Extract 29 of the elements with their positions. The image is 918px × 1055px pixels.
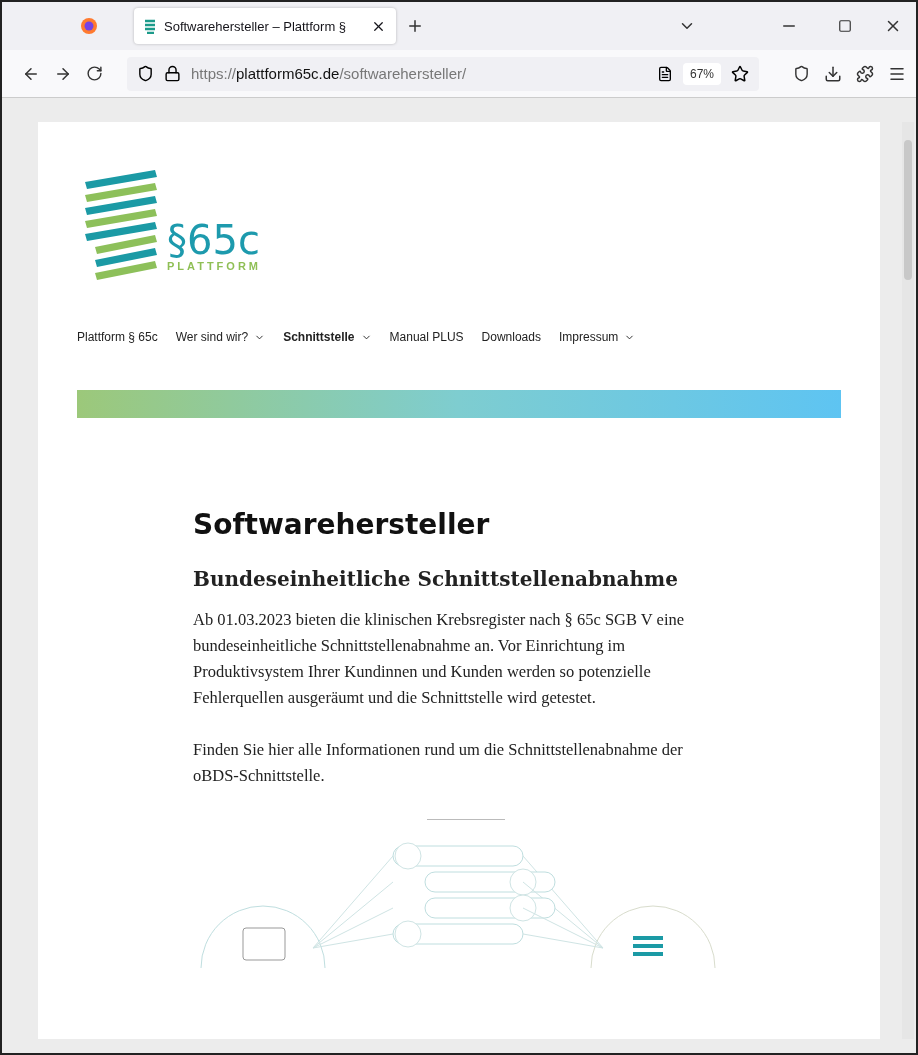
- new-tab-button[interactable]: [406, 17, 424, 35]
- section-heading: Bundeseinheitliche Schnittstellenabnahme: [193, 567, 679, 591]
- nav-link[interactable]: Downloads: [481, 330, 541, 344]
- nav-link[interactable]: Manual PLUS: [389, 330, 464, 344]
- extensions-button[interactable]: [856, 64, 874, 83]
- paragraph: Ab 01.03.2023 bieten die klinischen Krebsregister nach § 65c SGB V eine bundeseinheitliche Schnittstellenabnahme an. Vor Einrichtung im Produktivsystem Ihrer Kundinnen und Kunden werden so potenzielle Fehlerquellen ausgeräumt und die Schnittstelle wird getestet.: [193, 609, 686, 709]
- logo-mark: §65c: [167, 220, 261, 260]
- shield-icon[interactable]: [137, 65, 154, 82]
- zoom-level-button[interactable]: 67%: [682, 62, 721, 85]
- download-button[interactable]: [824, 64, 842, 83]
- reload-button[interactable]: [86, 65, 103, 82]
- lock-icon[interactable]: [164, 65, 181, 82]
- address-bar[interactable]: https://plattform65c.de/softwarehersteller/ 67%: [127, 56, 759, 91]
- paragraph: Finden Sie hier alle Informationen rund um die Schnittstellenabnahme der oBDS-Schnittstelle.: [193, 739, 684, 787]
- nav-link[interactable]: Schnittstelle: [283, 330, 372, 344]
- pocket-button[interactable]: [793, 65, 810, 82]
- bookmark-star-icon[interactable]: [731, 64, 749, 83]
- browser-logo-icon[interactable]: [80, 17, 98, 35]
- tab-title: Softwarehersteller – Plattform §: [164, 18, 348, 34]
- browser-tab[interactable]: Softwarehersteller – Plattform §: [134, 8, 396, 44]
- url-text: https://plattform65c.de/softwarehersteller/: [191, 65, 468, 82]
- page-title: Softwarehersteller: [193, 508, 491, 541]
- logo-word: PLATTFORM: [167, 260, 261, 272]
- nav-link[interactable]: Plattform § 65c: [77, 330, 158, 344]
- nav-link[interactable]: Impressum: [558, 330, 636, 344]
- reader-view-icon[interactable]: [656, 65, 673, 82]
- scrollbar-thumb[interactable]: [904, 140, 912, 280]
- maximize-icon[interactable]: [838, 19, 852, 33]
- nav-link[interactable]: Wer sind wir?: [175, 330, 266, 344]
